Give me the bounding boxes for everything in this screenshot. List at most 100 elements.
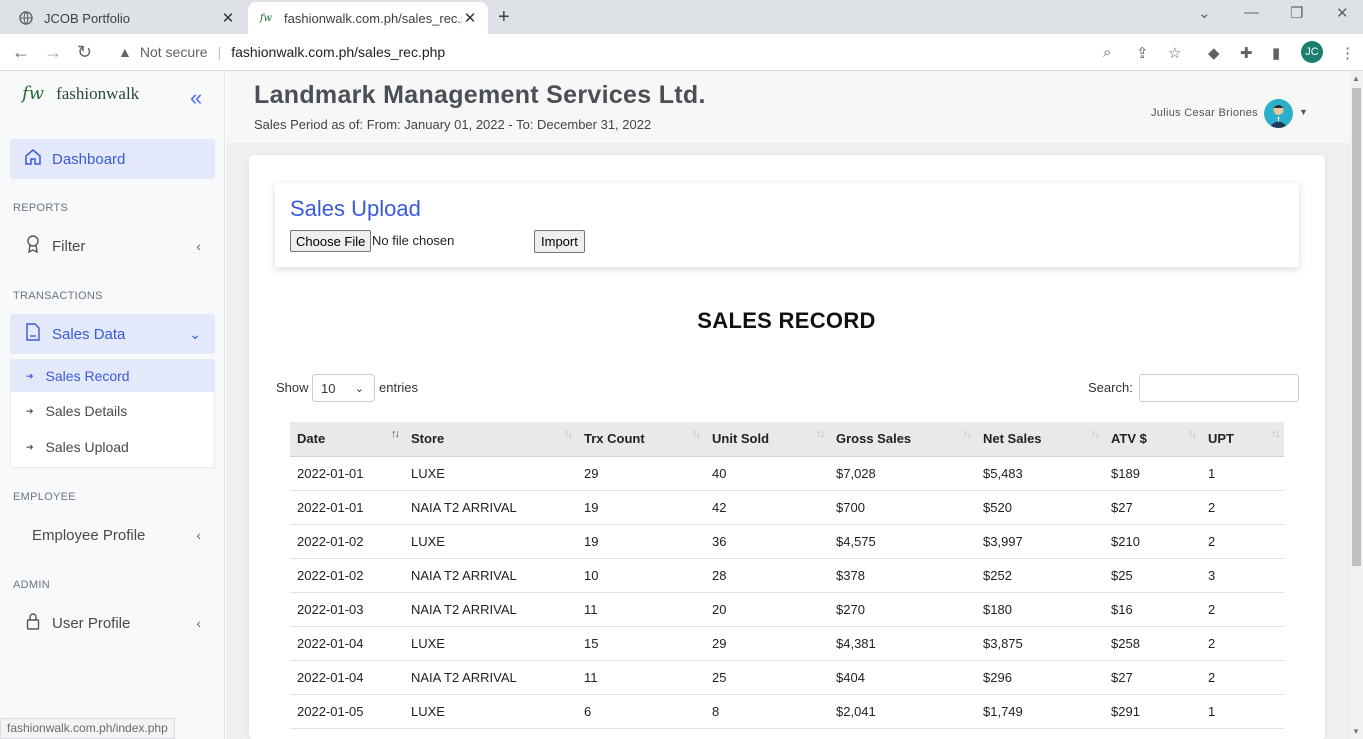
column-header-label: Date <box>297 431 326 447</box>
reload-icon[interactable]: ↻ <box>77 42 92 63</box>
user-menu-caret-icon[interactable]: ▼ <box>1299 107 1308 117</box>
arrow-right-icon: ➔ <box>26 441 34 452</box>
forward-icon[interactable]: → <box>44 42 62 63</box>
sort-icon: ↑↓ <box>391 428 400 440</box>
cell-upt: 2 <box>1201 592 1284 627</box>
column-header-upt[interactable]: UPT ↑↓ <box>1201 422 1284 457</box>
share-icon[interactable]: ⇪ <box>1136 44 1149 62</box>
sidebar-item-user-profile[interactable]: User Profile ‹ <box>10 603 215 643</box>
extensions-puzzle-icon[interactable]: ✚ <box>1240 44 1253 62</box>
minimize-icon[interactable]: — <box>1244 4 1259 21</box>
entries-label: entries <box>379 380 419 395</box>
cell-atv: $27 <box>1104 490 1201 525</box>
column-header-unit-sold[interactable]: Unit Sold ↑↓ <box>705 422 829 457</box>
scroll-down-icon[interactable]: ▼ <box>1352 727 1360 736</box>
cell-gross-sales: $378 <box>829 558 976 593</box>
scrollbar-thumb[interactable] <box>1352 88 1361 566</box>
restore-icon[interactable]: ❐ <box>1290 4 1303 22</box>
close-window-icon[interactable]: ✕ <box>1336 4 1349 22</box>
sort-icon: ↑↓ <box>1271 428 1280 440</box>
column-header-atv[interactable]: ATV $ ↑↓ <box>1104 422 1201 457</box>
cell-trx-count: 11 <box>577 592 705 627</box>
address-bar[interactable]: ▲ Not secure | fashionwalk.com.ph/sales_… <box>108 38 1198 66</box>
table-row: 2022-01-02 LUXE 19 36 $4,575 $3,997 $210 2 <box>290 524 1284 559</box>
cell-gross-sales: $2,041 <box>829 694 976 729</box>
cell-net-sales: $296 <box>976 660 1104 695</box>
side-panel-icon[interactable]: ▮ <box>1272 44 1280 62</box>
column-header-label: Net Sales <box>983 431 1042 447</box>
cell-net-sales: $180 <box>976 592 1104 627</box>
cell-unit-sold: 20 <box>705 592 829 627</box>
page-length-select[interactable]: 10 ⌄ <box>312 374 375 402</box>
back-icon[interactable]: ← <box>12 42 30 63</box>
award-icon <box>24 234 42 258</box>
user-name[interactable]: Julius Cesar Briones <box>1151 107 1258 119</box>
section-admin: ADMIN <box>13 579 50 591</box>
sidebar-item-dashboard[interactable]: Dashboard <box>10 139 215 179</box>
scroll-up-icon[interactable]: ▲ <box>1352 74 1360 83</box>
cell-net-sales: $3,997 <box>976 524 1104 559</box>
search-input[interactable] <box>1139 374 1299 402</box>
import-button[interactable]: Import <box>534 230 585 253</box>
close-tab-icon[interactable]: ✕ <box>462 9 478 27</box>
extension-app-icon[interactable]: ◆ <box>1208 44 1220 62</box>
cell-gross-sales: $4,575 <box>829 524 976 559</box>
table-row: 2022-01-02 NAIA T2 ARRIVAL 10 28 $378 $252 $25… <box>290 558 1284 593</box>
column-header-date[interactable]: Date ↑↓ <box>290 422 404 457</box>
table-row: 2022-01-04 LUXE 15 29 $4,381 $3,875 $258 2 <box>290 626 1284 661</box>
sidebar-item-filter[interactable]: Filter ‹ <box>10 226 215 266</box>
cell-trx-count: 11 <box>577 660 705 695</box>
sidebar-subitem-sales-upload[interactable]: ➔ Sales Upload <box>10 431 215 463</box>
sort-icon: ↑↓ <box>963 428 972 440</box>
cell-upt: 3 <box>1201 558 1284 593</box>
fashionwalk-favicon-icon: fw <box>259 12 273 24</box>
cell-date: 2022-01-05 <box>290 694 404 729</box>
cell-net-sales: $520 <box>976 490 1104 525</box>
arrow-right-icon: ➔ <box>26 405 34 416</box>
column-header-label: Gross Sales <box>836 431 912 447</box>
sort-icon: ↑↓ <box>1188 428 1197 440</box>
table-row: 2022-01-03 NAIA T2 ARRIVAL 11 20 $270 $180 $16… <box>290 592 1284 627</box>
close-tab-icon[interactable]: ✕ <box>220 9 236 27</box>
cell-trx-count: 19 <box>577 490 705 525</box>
sales-record-title: SALES RECORD <box>697 308 876 333</box>
sidebar-item-employee-profile[interactable]: Employee Profile ‹ <box>10 515 215 555</box>
choose-file-button[interactable]: Choose File <box>290 230 372 252</box>
sidebar-subitem-sales-details[interactable]: ➔ Sales Details <box>10 395 215 427</box>
column-header-label: Trx Count <box>584 431 645 447</box>
cell-date: 2022-01-03 <box>290 592 404 627</box>
column-header-net-sales[interactable]: Net Sales ↑↓ <box>976 422 1104 457</box>
column-header-gross-sales[interactable]: Gross Sales ↑↓ <box>829 422 976 457</box>
cell-store: LUXE <box>404 456 577 491</box>
cell-gross-sales: $700 <box>829 490 976 525</box>
user-avatar[interactable] <box>1264 99 1293 128</box>
zoom-icon[interactable]: ⌕ <box>1103 44 1111 61</box>
profile-avatar[interactable]: JC <box>1301 41 1323 63</box>
browser-tab-jcob[interactable]: JCOB Portfolio ✕ <box>8 2 246 34</box>
column-header-trx-count[interactable]: Trx Count ↑↓ <box>577 422 705 457</box>
cell-unit-sold: 42 <box>705 490 829 525</box>
arrow-right-icon: ➔ <box>26 370 34 381</box>
cell-atv: $16 <box>1104 592 1201 627</box>
cell-date: 2022-01-02 <box>290 524 404 559</box>
home-icon <box>24 148 42 171</box>
cell-atv: $210 <box>1104 524 1201 559</box>
sidebar-subitem-sales-record[interactable]: ➔ Sales Record <box>10 360 215 392</box>
cell-unit-sold: 40 <box>705 456 829 491</box>
cell-upt: 2 <box>1201 490 1284 525</box>
browser-toolbar: ← → ↻ ▲ Not secure | fashionwalk.com.ph/… <box>0 34 1363 71</box>
bookmark-star-icon[interactable]: ☆ <box>1168 44 1181 62</box>
cell-gross-sales: $4,381 <box>829 626 976 661</box>
cell-atv: $258 <box>1104 626 1201 661</box>
tab-title: JCOB Portfolio <box>44 10 130 26</box>
browser-tab-sales-rec[interactable]: fw fashionwalk.com.ph/sales_rec.php ✕ <box>248 2 488 34</box>
brand-name: fashionwalk <box>56 83 140 103</box>
column-header-store[interactable]: Store ↑↓ <box>404 422 577 457</box>
brand-logo: fw <box>22 83 45 104</box>
status-bar: fashionwalk.com.ph/index.php <box>0 718 175 739</box>
tab-search-icon[interactable]: ⌄ <box>1198 4 1211 22</box>
menu-kebab-icon[interactable]: ⋮ <box>1340 44 1355 62</box>
new-tab-icon[interactable]: + <box>498 6 510 29</box>
collapse-sidebar-icon[interactable]: « <box>190 85 202 111</box>
brand[interactable]: fw fashionwalk <box>22 83 139 104</box>
